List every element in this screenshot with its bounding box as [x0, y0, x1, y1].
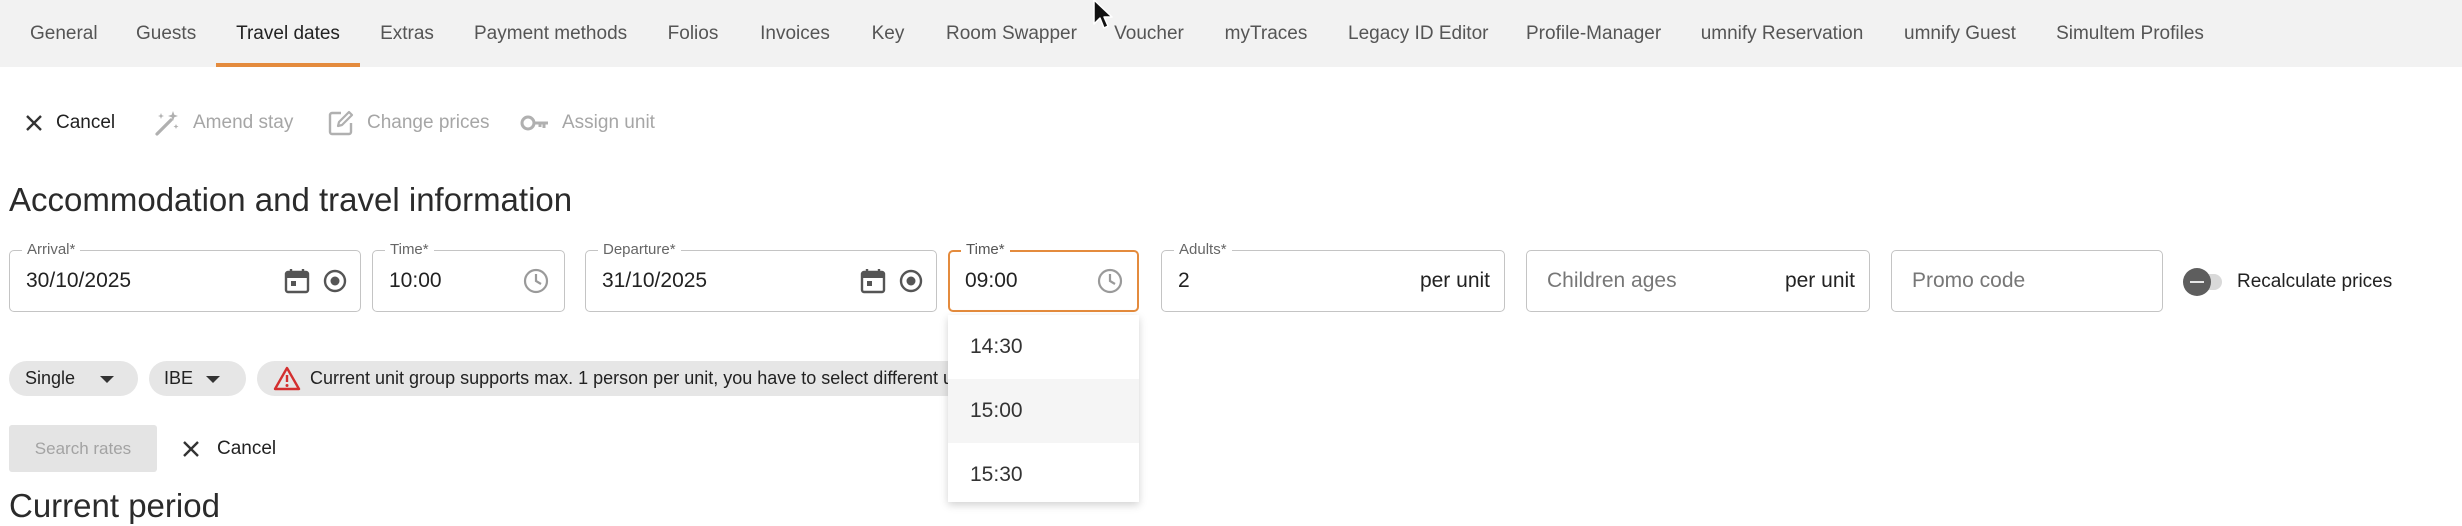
cancel-toolbar-label: Cancel — [56, 112, 116, 133]
time-option-highlighted[interactable]: 15:00 — [948, 379, 1139, 443]
tab-voucher[interactable]: Voucher — [1114, 0, 1184, 67]
promo-code-placeholder: Promo code — [1912, 269, 2026, 292]
adults-suffix: per unit — [1419, 269, 1490, 292]
arrival-value: 30/10/2025 — [26, 269, 132, 292]
assign-unit-label: Assign unit — [562, 112, 655, 133]
recalculate-label: Recalculate prices — [2237, 271, 2393, 292]
unit-group-label: Single — [25, 368, 76, 388]
departure-time-value: 09:00 — [965, 269, 1018, 292]
assign-unit-button[interactable]: Assign unit — [520, 107, 655, 139]
next-section-title: Current period — [9, 487, 220, 524]
tab-umnify-reservation[interactable]: umnify Reservation — [1700, 0, 1864, 67]
time-option[interactable]: 15:30 — [948, 443, 1139, 502]
arrival-date-field[interactable]: Arrival* 30/10/2025 — [9, 241, 361, 312]
clock-icon[interactable] — [522, 267, 550, 295]
channel-label: IBE — [164, 368, 194, 388]
departure-value: 31/10/2025 — [602, 269, 708, 292]
today-target-icon[interactable] — [897, 267, 925, 295]
time-dropdown: 14:30 15:00 15:30 — [948, 315, 1139, 502]
amend-stay-button[interactable]: Amend stay — [153, 107, 293, 139]
cancel-search-label: Cancel — [217, 438, 277, 459]
tab-general[interactable]: General — [30, 0, 98, 67]
close-icon — [183, 441, 199, 457]
tab-travel-dates[interactable]: Travel dates — [216, 0, 360, 67]
time-option[interactable]: 14:30 — [948, 315, 1139, 379]
change-prices-button[interactable]: Change prices — [327, 107, 490, 139]
calendar-icon[interactable] — [859, 267, 887, 295]
edit-icon — [328, 110, 354, 136]
close-icon — [26, 115, 42, 131]
tab-mytraces[interactable]: myTraces — [1224, 0, 1308, 67]
mouse-cursor-icon — [1093, 0, 1113, 29]
tab-umnify-guest[interactable]: umnify Guest — [1904, 0, 2016, 67]
chevron-down-icon — [206, 376, 220, 383]
children-suffix: per unit — [1784, 269, 1855, 292]
search-rates-button[interactable]: Search rates — [9, 425, 157, 472]
warning-icon — [273, 366, 301, 391]
tab-extras[interactable]: Extras — [380, 0, 434, 67]
departure-time-field[interactable]: Time* 09:00 — [948, 241, 1139, 312]
arrival-time-field[interactable]: Time* 10:00 — [372, 241, 565, 312]
tab-profile-manager[interactable]: Profile-Manager — [1526, 0, 1661, 67]
tab-guests[interactable]: Guests — [136, 0, 196, 67]
warning-chip: Current unit group supports max. 1 perso… — [257, 361, 957, 396]
warning-text: Current unit group supports max. 1 perso… — [310, 368, 957, 388]
tab-key[interactable]: Key — [870, 0, 906, 67]
adults-value: 2 — [1178, 269, 1190, 292]
tab-invoices[interactable]: Invoices — [760, 0, 830, 67]
adults-field[interactable]: Adults* 2 per unit — [1161, 241, 1505, 312]
tab-room-swapper[interactable]: Room Swapper — [946, 0, 1077, 67]
amend-stay-label: Amend stay — [193, 112, 294, 133]
tab-simultem-profiles[interactable]: Simultem Profiles — [2056, 0, 2204, 67]
active-tab-indicator — [216, 63, 360, 67]
arrival-time-value: 10:00 — [389, 269, 442, 292]
key-icon — [520, 115, 548, 131]
children-ages-placeholder: Children ages — [1547, 269, 1677, 292]
channel-chip[interactable]: IBE — [149, 361, 246, 396]
promo-code-field[interactable]: Promo code — [1891, 250, 2163, 312]
tab-bar: General Guests Travel dates Extras Payme… — [0, 0, 2462, 67]
recalculate-toggle-knob[interactable] — [2183, 268, 2211, 296]
children-ages-field[interactable]: Children ages per unit — [1526, 250, 1870, 312]
cancel-search-button[interactable]: Cancel — [181, 433, 276, 465]
calendar-icon[interactable] — [283, 267, 311, 295]
magic-wand-icon — [155, 111, 179, 136]
change-prices-label: Change prices — [367, 112, 490, 133]
departure-date-field[interactable]: Departure* 31/10/2025 — [585, 241, 937, 312]
section-title: Accommodation and travel information — [9, 181, 573, 218]
unit-group-chip[interactable]: Single — [9, 361, 138, 396]
tab-legacy-id-editor[interactable]: Legacy ID Editor — [1348, 0, 1488, 67]
cancel-toolbar-button[interactable]: Cancel — [24, 107, 115, 139]
tab-folios[interactable]: Folios — [666, 0, 720, 67]
today-target-icon[interactable] — [321, 267, 349, 295]
clock-icon[interactable] — [1096, 267, 1124, 295]
tab-payment-methods[interactable]: Payment methods — [474, 0, 627, 67]
chevron-down-icon — [100, 376, 114, 383]
